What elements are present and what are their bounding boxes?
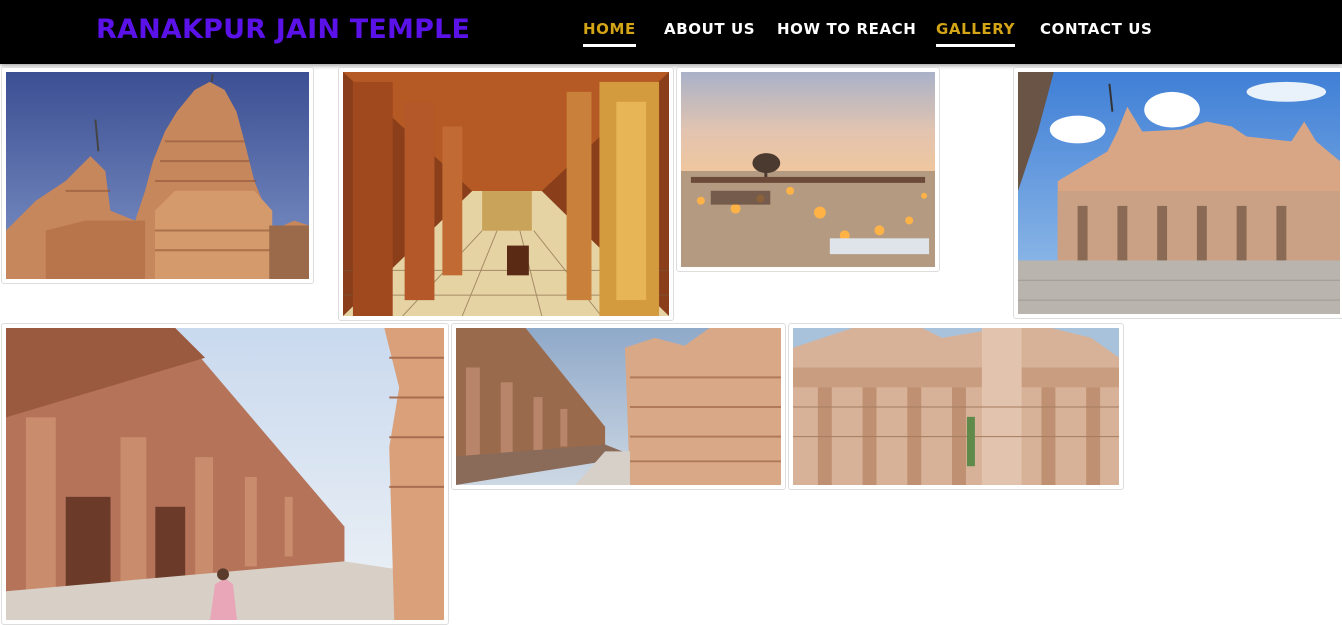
gallery-image-3[interactable] [676,67,940,272]
site-brand-title[interactable]: RANAKPUR JAIN TEMPLE [96,14,470,45]
gallery-image-7[interactable] [788,323,1124,490]
gallery-image-2[interactable] [338,67,674,321]
nav-item-how-to-reach-label: HOW TO REACH [777,20,917,38]
gallery-image-4[interactable] [1013,67,1342,319]
gallery-image-5[interactable] [1,323,449,625]
nav-item-gallery-label: GALLERY [936,20,1016,47]
desert-camp-photo [681,72,935,267]
nav-item-about-us-label: ABOUT US [664,20,756,38]
nav-item-about-us[interactable]: ABOUT US [664,20,755,44]
temple-courtyard-photo [1018,72,1340,314]
gallery-image-1[interactable] [1,67,314,284]
nav-item-contact-us-label: CONTACT US [1040,20,1153,38]
top-navbar: RANAKPUR JAIN TEMPLE HOME ABOUT US HOW T… [0,0,1342,64]
gallery-image-6[interactable] [451,323,786,490]
nav-item-home[interactable]: HOME [583,20,636,47]
nav-item-gallery[interactable]: GALLERY [936,20,1016,47]
temple-side-corridor-photo [456,328,781,485]
nav-item-contact-us[interactable]: CONTACT US [1040,20,1152,44]
temple-shikhara-photo [6,72,309,279]
nav-item-home-label: HOME [583,20,636,47]
carved-temple-pavilion-photo [793,328,1119,485]
pillared-corridor-photo [343,72,669,316]
nav-item-how-to-reach[interactable]: HOW TO REACH [777,20,916,44]
carved-colonnade-photo [6,328,444,620]
